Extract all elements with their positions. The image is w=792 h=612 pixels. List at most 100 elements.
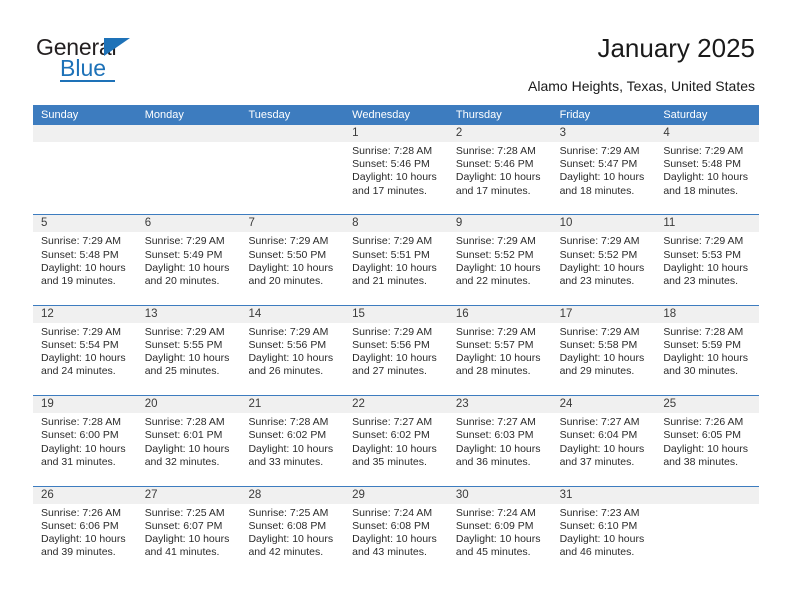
daylight-text-line2: and 31 minutes. [41, 455, 116, 468]
day-details: Sunrise: 7:28 AM Sunset: 6:00 PM Daylight:… [41, 416, 131, 469]
daylight-text-line1: Daylight: 10 hours [352, 171, 437, 184]
calendar-day-cell[interactable]: 18 Sunrise: 7:28 AM Sunset: 5:59 PM Dayligh… [655, 306, 759, 395]
calendar-day-cell[interactable]: 24 Sunrise: 7:27 AM Sunset: 6:04 PM Dayligh… [552, 396, 656, 485]
daylight-text-line2: and 36 minutes. [455, 455, 531, 468]
calendar-day-cell[interactable]: 25 Sunrise: 7:26 AM Sunset: 6:05 PM Dayligh… [655, 396, 759, 485]
day-number: 27 [144, 488, 158, 501]
day-number: 23 [455, 398, 469, 411]
calendar-weeks: 1 Sunrise: 7:28 AM Sunset: 5:46 PM Daylight… [33, 125, 759, 577]
weekday-header-row: Sunday Monday Tuesday Wednesday Thursday Frid… [33, 105, 759, 125]
sunset-text: Sunset: 6:03 PM [455, 429, 534, 442]
sunset-text: Sunset: 6:04 PM [559, 429, 638, 442]
day-number: 18 [663, 307, 677, 320]
calendar-day-cell[interactable]: 8 Sunrise: 7:29 AM Sunset: 5:51 PM Daylight… [344, 215, 448, 304]
daylight-text-line1: Daylight: 10 hours [144, 352, 230, 365]
sunrise-text: Sunrise: 7:28 AM [352, 145, 433, 157]
day-details: Sunrise: 7:29 AM Sunset: 5:48 PM Daylight:… [663, 145, 753, 198]
calendar-day-cell[interactable]: 4 Sunrise: 7:29 AM Sunset: 5:48 PM Daylight… [655, 125, 759, 214]
daylight-text-line1: Daylight: 10 hours [41, 352, 126, 365]
calendar-day-cell[interactable]: 22 Sunrise: 7:27 AM Sunset: 6:02 PM Dayligh… [344, 396, 448, 485]
sunrise-text: Sunrise: 7:27 AM [352, 416, 433, 429]
day-number: 17 [559, 307, 573, 320]
day-number: 24 [559, 398, 573, 411]
calendar-day-cell[interactable]: 2 Sunrise: 7:28 AM Sunset: 5:46 PM Daylight… [448, 125, 552, 214]
daylight-text-line1: Daylight: 10 hours [41, 532, 126, 545]
calendar-week-row: 19 Sunrise: 7:28 AM Sunset: 6:00 PM Dayligh… [33, 396, 759, 487]
calendar-day-cell[interactable]: 20 Sunrise: 7:28 AM Sunset: 6:01 PM Dayligh… [137, 396, 241, 485]
calendar-day-cell[interactable]: 15 Sunrise: 7:29 AM Sunset: 5:56 PM Dayligh… [344, 306, 448, 395]
daylight-text-line1: Daylight: 10 hours [559, 261, 645, 274]
daylight-text-line2: and 21 minutes. [352, 275, 427, 287]
sunset-text: Sunset: 5:56 PM [248, 338, 327, 351]
day-number: 6 [144, 217, 152, 230]
sunrise-text: Sunrise: 7:26 AM [663, 416, 744, 429]
daylight-text-line2: and 39 minutes. [41, 546, 116, 559]
brand-logo[interactable]: General Blue [36, 36, 156, 84]
day-details: Sunrise: 7:29 AM Sunset: 5:51 PM Daylight:… [352, 235, 442, 288]
day-number: 5 [41, 217, 48, 230]
calendar-day-cell[interactable]: 19 Sunrise: 7:28 AM Sunset: 6:00 PM Dayligh… [33, 396, 137, 485]
sunset-text: Sunset: 5:56 PM [352, 338, 430, 351]
calendar-day-cell[interactable]: 29 Sunrise: 7:24 AM Sunset: 6:08 PM Dayligh… [344, 487, 448, 577]
sunset-text: Sunset: 6:02 PM [248, 429, 327, 442]
calendar-day-cell[interactable]: 12 Sunrise: 7:29 AM Sunset: 5:54 PM Dayligh… [33, 306, 137, 395]
calendar-day-cell[interactable]: 5 Sunrise: 7:29 AM Sunset: 5:48 PM Daylight… [33, 215, 137, 304]
calendar-day-cell[interactable]: 16 Sunrise: 7:29 AM Sunset: 5:57 PM Dayligh… [448, 306, 552, 395]
day-details: Sunrise: 7:29 AM Sunset: 5:53 PM Daylight:… [663, 235, 753, 288]
calendar-day-cell[interactable]: 9 Sunrise: 7:29 AM Sunset: 5:52 PM Daylight… [448, 215, 552, 304]
sunrise-text: Sunrise: 7:29 AM [144, 325, 225, 338]
calendar-day-cell[interactable]: 1 Sunrise: 7:28 AM Sunset: 5:46 PM Daylight… [344, 125, 448, 214]
calendar-day-cell[interactable]: 21 Sunrise: 7:28 AM Sunset: 6:02 PM Dayligh… [240, 396, 344, 485]
calendar-day-cell[interactable]: 26 Sunrise: 7:26 AM Sunset: 6:06 PM Dayligh… [33, 487, 137, 577]
sunset-text: Sunset: 6:08 PM [352, 519, 430, 532]
calendar-day-cell[interactable]: 13 Sunrise: 7:29 AM Sunset: 5:55 PM Dayligh… [137, 306, 241, 395]
calendar-day-cell[interactable]: 30 Sunrise: 7:24 AM Sunset: 6:09 PM Dayligh… [448, 487, 552, 577]
sunset-text: Sunset: 6:10 PM [559, 519, 638, 532]
calendar-day-cell[interactable]: 14 Sunrise: 7:29 AM Sunset: 5:56 PM Dayligh… [240, 306, 344, 395]
day-number: 3 [559, 127, 566, 139]
day-number: 22 [352, 398, 365, 411]
calendar-day-cell[interactable]: 31 Sunrise: 7:23 AM Sunset: 6:10 PM Dayligh… [552, 487, 656, 577]
calendar-day-cell[interactable]: 6 Sunrise: 7:29 AM Sunset: 5:49 PM Daylight… [137, 215, 241, 304]
calendar-day-cell[interactable]: 23 Sunrise: 7:27 AM Sunset: 6:03 PM Dayligh… [448, 396, 552, 485]
calendar-day-cell[interactable]: 10 Sunrise: 7:29 AM Sunset: 5:52 PM Dayligh… [552, 215, 656, 304]
sunrise-text: Sunrise: 7:27 AM [559, 416, 640, 429]
daylight-text-line1: Daylight: 10 hours [559, 352, 645, 365]
day-details: Sunrise: 7:28 AM Sunset: 6:01 PM Daylight:… [145, 416, 235, 469]
daylight-text-line1: Daylight: 10 hours [352, 352, 437, 365]
daylight-text-line1: Daylight: 10 hours [455, 532, 541, 545]
day-details: Sunrise: 7:29 AM Sunset: 5:52 PM Daylight:… [560, 235, 650, 288]
calendar-day-cell[interactable]: 28 Sunrise: 7:25 AM Sunset: 6:08 PM Dayligh… [240, 487, 344, 577]
sunset-text: Sunset: 6:00 PM [41, 429, 119, 442]
daylight-text-line2: and 28 minutes. [455, 365, 531, 378]
daylight-text-line1: Daylight: 10 hours [559, 442, 645, 455]
day-number: 9 [455, 217, 463, 230]
weekday-header-wednesday: Wednesday [352, 109, 411, 121]
sunrise-text: Sunrise: 7:29 AM [455, 235, 536, 248]
calendar-day-cell[interactable]: 3 Sunrise: 7:29 AM Sunset: 5:47 PM Daylight… [552, 125, 656, 214]
day-details: Sunrise: 7:29 AM Sunset: 5:57 PM Daylight:… [456, 326, 546, 379]
sunrise-text: Sunrise: 7:26 AM [41, 506, 121, 519]
sunrise-text: Sunrise: 7:29 AM [144, 235, 225, 248]
calendar-day-cell[interactable]: 11 Sunrise: 7:29 AM Sunset: 5:53 PM Dayligh… [655, 215, 759, 304]
calendar-day-cell[interactable]: 17 Sunrise: 7:29 AM Sunset: 5:58 PM Dayligh… [552, 306, 656, 395]
day-number: 25 [663, 398, 677, 411]
calendar-day-cell[interactable]: 7 Sunrise: 7:29 AM Sunset: 5:50 PM Daylight… [240, 215, 344, 304]
daylight-text-line2: and 29 minutes. [559, 365, 635, 378]
calendar-day-cell[interactable]: 27 Sunrise: 7:25 AM Sunset: 6:07 PM Dayligh… [137, 487, 241, 577]
day-number: 13 [144, 307, 158, 320]
sunset-text: Sunset: 6:06 PM [41, 519, 119, 532]
weekday-header-sunday: Sunday [41, 109, 79, 121]
daylight-text-line2: and 22 minutes. [455, 275, 531, 287]
weekday-header-monday: Monday [144, 109, 184, 121]
daylight-text-line1: Daylight: 10 hours [248, 442, 334, 455]
daylight-text-line1: Daylight: 10 hours [663, 261, 748, 274]
daylight-text-line1: Daylight: 10 hours [248, 261, 334, 274]
daylight-text-line1: Daylight: 10 hours [144, 532, 230, 545]
daylight-text-line2: and 25 minutes. [144, 365, 220, 378]
calendar-cell-empty [137, 125, 241, 214]
daylight-text-line1: Daylight: 10 hours [663, 352, 748, 365]
daylight-text-line2: and 18 minutes. [663, 184, 739, 197]
daylight-text-line2: and 18 minutes. [559, 184, 635, 197]
calendar-week-row: 1 Sunrise: 7:28 AM Sunset: 5:46 PM Daylight… [33, 125, 759, 216]
